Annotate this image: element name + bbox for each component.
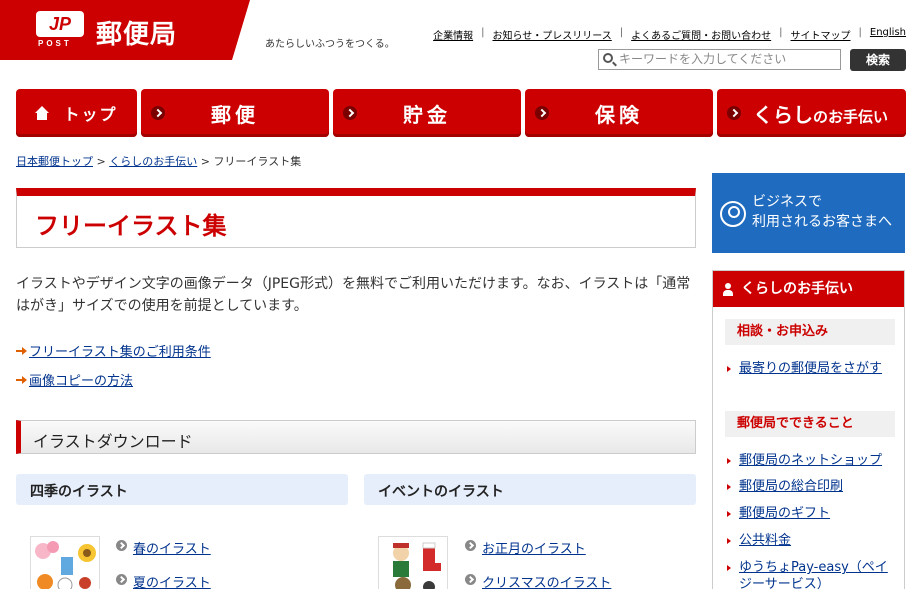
business-banner[interactable]: ビジネスで 利用されるお客さまへ — [712, 173, 905, 253]
nav-life-support[interactable]: くらしのお手伝い — [717, 89, 906, 137]
sidebar-link-gift: 郵便局のギフト — [727, 505, 897, 522]
category-title: イベントのイラスト — [378, 484, 504, 500]
nav-savings[interactable]: 貯金 — [333, 89, 521, 137]
section-title: イラストダウンロード — [33, 432, 193, 451]
business-banner-text: ビジネスで 利用されるお客さまへ — [752, 194, 892, 230]
utility-nav: 企業情報 | お知らせ・プレスリリース | よくあるご質問・お問い合わせ | サイトマ… — [433, 27, 906, 42]
link-terms: フリーイラスト集のご利用条件 — [16, 341, 211, 360]
new-year-link[interactable]: お正月のイラスト — [482, 538, 586, 557]
link-copy-method: 画像コピーの方法 — [16, 370, 133, 389]
arrow-right-icon — [16, 347, 27, 355]
seasons-thumbnail[interactable] — [30, 536, 100, 589]
logo-post-text: POST — [38, 39, 72, 48]
utility-link-sitemap[interactable]: サイトマップ — [791, 27, 851, 42]
chevron-right-icon — [343, 106, 357, 120]
netshop-link[interactable]: 郵便局のネットショップ — [739, 453, 882, 468]
utility-link-english[interactable]: English — [870, 27, 906, 42]
search-button[interactable]: 検索 — [850, 49, 906, 71]
utility-link-faq[interactable]: よくあるご質問・お問い合わせ — [631, 27, 771, 42]
sidebar-link-netshop: 郵便局のネットショップ — [727, 452, 897, 469]
nav-home[interactable]: トップ — [16, 89, 137, 137]
person-icon — [723, 283, 733, 296]
nav-insurance[interactable]: 保険 — [525, 89, 713, 137]
printing-link[interactable]: 郵便局の総合印刷 — [739, 479, 843, 494]
logo[interactable]: JP POST 郵便局 — [0, 0, 250, 60]
chevron-right-icon — [465, 540, 476, 551]
tagline: あたらしいふつうをつくる。 — [265, 39, 395, 50]
list-item: 春のイラスト — [116, 538, 211, 572]
chevron-right-icon — [116, 540, 127, 551]
nav-savings-label: 貯金 — [403, 102, 451, 127]
category-title: 四季のイラスト — [30, 484, 128, 500]
spring-link[interactable]: 春のイラスト — [133, 538, 211, 557]
sidebar-link-payeasy: ゆうちょPay-easy（ペイジーサービス） — [727, 559, 897, 589]
sidebar-link-find-office: 最寄りの郵便局をさがす — [727, 360, 897, 377]
sidebar-link-utilities: 公共料金 — [727, 532, 897, 549]
christmas-link[interactable]: クリスマスのイラスト — [482, 572, 611, 589]
category-events-header: イベントのイラスト — [364, 474, 696, 505]
chevron-right-icon — [465, 574, 476, 585]
arrow-right-icon — [16, 376, 27, 384]
home-icon — [35, 106, 50, 120]
sidebar-link-printing: 郵便局の総合印刷 — [727, 478, 897, 495]
nav-mail[interactable]: 郵便 — [141, 89, 329, 137]
payeasy-link[interactable]: ゆうちょPay-easy（ペイジーサービス） — [739, 560, 888, 589]
events-list: お正月のイラスト クリスマスのイラスト — [465, 538, 611, 589]
find-office-link[interactable]: 最寄りの郵便局をさがす — [739, 361, 882, 376]
sidebar-panel-title: くらしのお手伝い — [741, 281, 853, 297]
utilities-link[interactable]: 公共料金 — [739, 533, 791, 548]
chevron-right-icon — [116, 574, 127, 585]
page-title: フリーイラスト集 — [35, 212, 227, 240]
jp-logo-mark: JP — [36, 11, 84, 37]
seasons-list: 春のイラスト 夏のイラスト — [116, 538, 211, 589]
sidebar-subhead-services: 郵便局でできること — [725, 411, 895, 437]
copy-method-link[interactable]: 画像コピーの方法 — [29, 374, 133, 389]
breadcrumb-current: フリーイラスト集 — [213, 155, 302, 168]
chevron-right-icon — [151, 106, 165, 120]
category-seasons-header: 四季のイラスト — [16, 474, 348, 505]
nav-insurance-label: 保険 — [595, 102, 643, 127]
gift-link[interactable]: 郵便局のギフト — [739, 506, 830, 521]
page-title-box: フリーイラスト集 — [16, 188, 696, 248]
search-placeholder: キーワードを入力してください — [619, 52, 787, 66]
section-header: イラストダウンロード — [16, 420, 696, 454]
nav-mail-label: 郵便 — [211, 102, 259, 127]
terms-link[interactable]: フリーイラスト集のご利用条件 — [29, 345, 211, 360]
summer-link[interactable]: 夏のイラスト — [133, 572, 211, 589]
list-item: クリスマスのイラスト — [465, 572, 611, 589]
search-icon — [603, 53, 613, 63]
list-item: お正月のイラスト — [465, 538, 611, 572]
utility-link-news[interactable]: お知らせ・プレスリリース — [492, 27, 611, 42]
list-item: 夏のイラスト — [116, 572, 211, 589]
breadcrumb: 日本郵便トップ > くらしのお手伝い > フリーイラスト集 — [16, 155, 302, 168]
sidebar-subhead-consult: 相談・お申込み — [725, 319, 895, 345]
sidebar-panel-header: くらしのお手伝い — [713, 271, 904, 307]
chevron-right-icon — [727, 106, 741, 120]
sidebar-panel: くらしのお手伝い 相談・お申込み 最寄りの郵便局をさがす 郵便局でできること 郵… — [712, 270, 905, 589]
utility-link-corporate[interactable]: 企業情報 — [433, 27, 473, 42]
chevron-right-icon — [535, 106, 549, 120]
nav-home-label: トップ — [63, 105, 118, 124]
events-thumbnail[interactable] — [378, 536, 448, 589]
breadcrumb-life[interactable]: くらしのお手伝い — [109, 155, 197, 168]
nav-life-label: くらしのお手伝い — [752, 102, 888, 127]
search-input[interactable]: キーワードを入力してください — [598, 49, 841, 70]
breadcrumb-home[interactable]: 日本郵便トップ — [16, 155, 93, 168]
logo-name: 郵便局 — [96, 20, 178, 50]
intro-text: イラストやデザイン文字の画像データ（JPEG形式）を無料でご利用いただけます。な… — [16, 276, 691, 314]
site-header: JP POST 郵便局 あたらしいふつうをつくる。 企業情報 | お知らせ・プレス… — [0, 0, 920, 80]
business-user-icon — [720, 201, 746, 227]
global-nav: トップ 郵便 貯金 保険 くらしのお手伝い — [16, 89, 906, 137]
